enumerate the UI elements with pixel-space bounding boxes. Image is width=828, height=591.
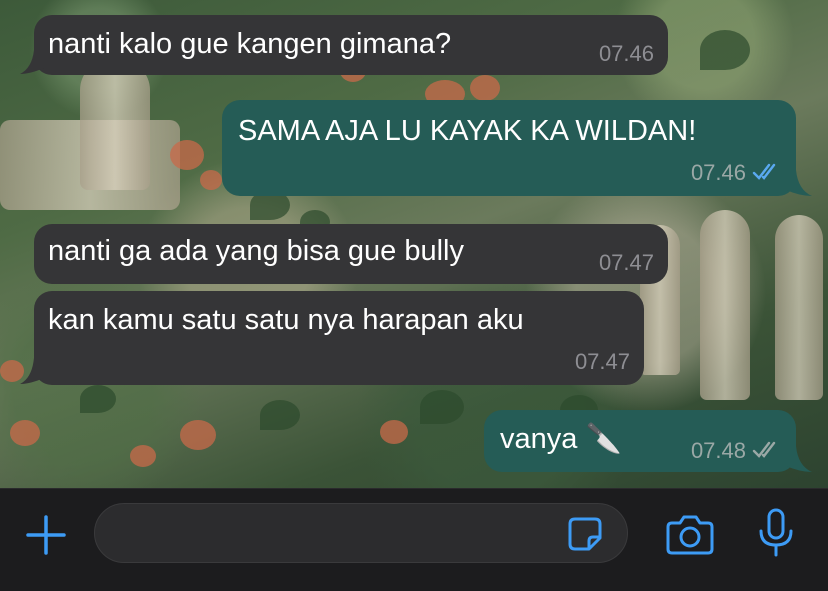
- camera-icon[interactable]: [666, 513, 714, 555]
- sticker-icon[interactable]: [567, 516, 603, 552]
- message-time: 07.48: [690, 438, 746, 463]
- message-time: 07.46: [598, 41, 654, 66]
- microphone-icon[interactable]: [756, 507, 796, 559]
- message-bubble-outgoing[interactable]: SAMA AJA LU KAYAK KA WILDAN! 07.46: [222, 100, 796, 196]
- message-bubble-outgoing[interactable]: vanya 🔪 07.48: [484, 410, 796, 472]
- plus-icon[interactable]: [24, 513, 68, 557]
- message-bubble-incoming[interactable]: nanti kalo gue kangen gimana? 07.46: [34, 15, 668, 75]
- message-bubble-incoming[interactable]: kan kamu satu satu nya harapan aku 07.47: [34, 291, 644, 385]
- message-bubble-incoming[interactable]: nanti ga ada yang bisa gue bully 07.47: [34, 224, 668, 284]
- message-time: 07.47: [574, 349, 630, 374]
- bubble-tail-icon: [20, 50, 44, 74]
- message-text: nanti ga ada yang bisa gue bully: [48, 235, 464, 267]
- message-input[interactable]: [94, 503, 628, 563]
- bubble-tail-icon: [20, 358, 44, 384]
- message-time: 07.46: [690, 160, 746, 185]
- message-text: vanya 🔪: [500, 423, 622, 455]
- message-text: nanti kalo gue kangen gimana?: [48, 28, 452, 60]
- read-ticks-icon: [752, 163, 776, 180]
- delivered-ticks-icon: [752, 441, 776, 458]
- bubble-tail-icon: [786, 446, 812, 472]
- message-text: SAMA AJA LU KAYAK KA WILDAN!: [238, 115, 697, 147]
- message-text: kan kamu satu satu nya harapan aku: [48, 304, 524, 336]
- message-input-bar: [0, 488, 828, 591]
- message-time: 07.47: [598, 250, 654, 275]
- bubble-tail-icon: [786, 170, 812, 196]
